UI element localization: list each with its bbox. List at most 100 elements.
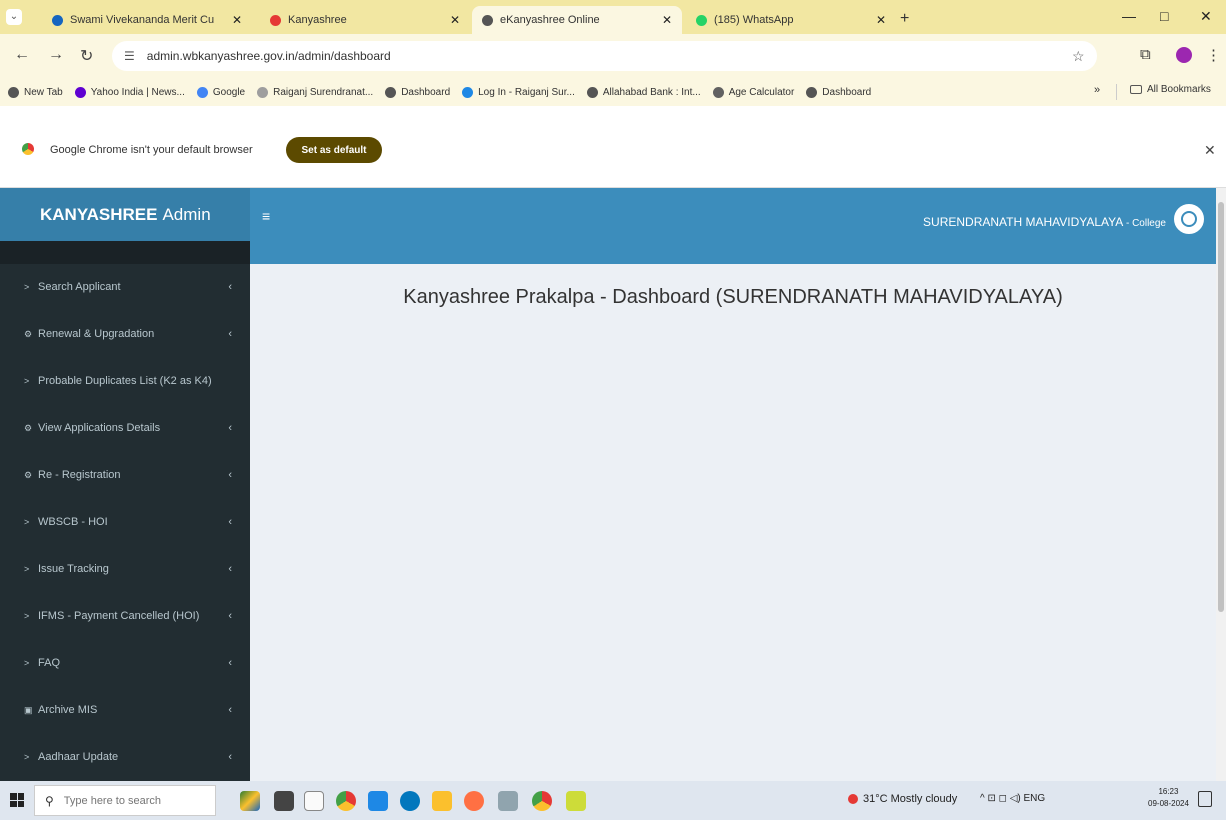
task-switch-icon[interactable] — [304, 791, 324, 811]
sidebar-item-renewal-upgradation[interactable]: ⚙ Renewal & Upgradation ‹ — [0, 311, 250, 357]
browser-toolbar: ← → ↻ ☰ ☆ ⧉ ⋮ — [0, 34, 1226, 78]
close-tab-icon[interactable]: ✕ — [876, 13, 886, 27]
search-icon: ⚲ — [45, 793, 54, 808]
bookmark-item[interactable]: Yahoo India | News... — [74, 86, 185, 98]
taskbar-search-input[interactable] — [61, 793, 182, 808]
sidebar-item-label: Search Applicant — [38, 281, 121, 293]
browser-tab[interactable]: Swami Vivekananda Merit Cu ✕ — [42, 6, 252, 34]
bookmark-star-icon[interactable]: ☆ — [1072, 48, 1085, 65]
bookmark-item[interactable]: Dashboard — [385, 86, 450, 98]
close-tab-icon[interactable]: ✕ — [232, 13, 242, 27]
app-icon[interactable] — [566, 791, 586, 811]
admin-top-navbar: ≡ SURENDRANATH MAHAVIDYALAYA - College — [250, 188, 1216, 264]
taskbar-clock[interactable]: 16:23 09-08-2024 — [1148, 786, 1189, 810]
tab-search-button[interactable]: ⌄ — [6, 9, 22, 25]
user-avatar-icon[interactable] — [1174, 204, 1204, 234]
all-bookmarks-label: All Bookmarks — [1147, 84, 1211, 95]
bookmarks-overflow-button[interactable]: » — [1094, 84, 1100, 96]
store-icon[interactable] — [368, 791, 388, 811]
bookmark-item[interactable]: Age Calculator — [712, 86, 794, 98]
college-user-menu[interactable]: SURENDRANATH MAHAVIDYALAYA - College — [923, 215, 1166, 229]
close-infobar-icon[interactable]: ✕ — [1204, 142, 1216, 159]
admin-brand-logo[interactable]: KANYASHREE Admin — [0, 188, 250, 241]
bookmark-label: Yahoo India | News... — [90, 86, 185, 98]
bookmark-label: Allahabad Bank : Int... — [602, 86, 701, 98]
bookmarks-bar: New Tab Yahoo India | News... Google Raigan… — [0, 78, 1226, 106]
forward-icon[interactable]: → — [48, 46, 64, 64]
calculator-icon[interactable] — [498, 791, 518, 811]
sidebar-item-label: Re - Registration — [38, 469, 121, 481]
sidebar-item-archive-mis[interactable]: ▣ Archive MIS ‹ — [0, 687, 250, 733]
windows-start-icon[interactable] — [10, 793, 24, 807]
bookmark-item[interactable]: Raiganj Surendranat... — [257, 86, 373, 98]
sidebar-item-aadhaar-update[interactable]: > Aadhaar Update ‹ — [0, 734, 250, 780]
task-view-icon[interactable] — [274, 791, 294, 811]
bookmark-item[interactable]: Allahabad Bank : Int... — [586, 86, 701, 98]
sidebar-user-panel — [0, 241, 250, 264]
sidebar-item-search-applicant[interactable]: > Search Applicant ‹ — [0, 264, 250, 310]
bookmark-item[interactable]: Log In - Raiganj Sur... — [462, 86, 575, 98]
taskbar-search-box[interactable]: ⚲ — [34, 785, 216, 816]
close-tab-icon[interactable]: ✕ — [450, 13, 460, 27]
edge-icon[interactable] — [400, 791, 420, 811]
all-bookmarks-button[interactable]: All Bookmarks — [1130, 84, 1211, 95]
browser-tab[interactable]: Kanyashree ✕ — [260, 6, 470, 34]
browser-tab[interactable]: eKanyashree Online ✕ — [472, 6, 682, 34]
sidebar-item-view-applications[interactable]: ⚙ View Applications Details ‹ — [0, 405, 250, 451]
weather-widget[interactable]: 31°C Mostly cloudy — [848, 793, 957, 805]
browser-tab[interactable]: (185) WhatsApp ✕ — [686, 6, 896, 34]
browser-tabstrip: ⌄ Swami Vivekananda Merit Cu ✕ Kanyashree ✕… — [0, 0, 1226, 34]
close-window-icon[interactable]: ✕ — [1200, 8, 1212, 25]
new-tab-button[interactable]: + — [900, 10, 909, 28]
set-as-default-button[interactable]: Set as default — [286, 137, 382, 163]
sidebar-item-label: WBSCB - HOI — [38, 516, 108, 528]
sidebar-toggle-icon[interactable]: ≡ — [262, 208, 270, 224]
sidebar-item-probable-duplicates[interactable]: > Probable Duplicates List (K2 as K4) — [0, 358, 250, 404]
sidebar-item-wbscb-hoi[interactable]: > WBSCB - HOI ‹ — [0, 499, 250, 545]
page-scrollbar[interactable] — [1216, 188, 1226, 781]
maximize-icon[interactable]: □ — [1160, 8, 1168, 24]
file-explorer-icon[interactable] — [432, 791, 452, 811]
tab-favicon-icon — [696, 14, 707, 26]
back-icon[interactable]: ← — [14, 46, 30, 64]
tab-label: Swami Vivekananda Merit Cu — [70, 14, 215, 26]
bookmark-favicon-icon — [385, 86, 397, 98]
system-tray[interactable]: ^ ⊡ ◻ ◁) ENG — [980, 793, 1045, 804]
reload-icon[interactable]: ↻ — [80, 46, 93, 66]
chevron-left-icon: ‹ — [228, 469, 232, 481]
main-content: Kanyashree Prakalpa - Dashboard (SURENDR… — [250, 264, 1216, 781]
chrome-second-icon[interactable] — [532, 791, 552, 811]
chrome-taskbar-icon[interactable] — [336, 791, 356, 811]
menu-bullet-icon: > — [24, 517, 30, 527]
sidebar-item-label: Aadhaar Update — [38, 751, 119, 763]
menu-bullet-icon: > — [24, 658, 30, 668]
sidebar-item-ifms-payment-cancelled[interactable]: > IFMS - Payment Cancelled (HOI) ‹ — [0, 593, 250, 639]
chevron-left-icon: ‹ — [228, 563, 232, 575]
bookmark-favicon-icon — [806, 86, 818, 98]
minimize-icon[interactable]: — — [1122, 8, 1136, 24]
address-bar[interactable]: ☰ — [112, 41, 1097, 71]
bookmark-item[interactable]: Dashboard — [806, 86, 871, 98]
url-input[interactable] — [144, 48, 745, 64]
menu-kebab-icon[interactable]: ⋮ — [1206, 46, 1221, 64]
sidebar-item-issue-tracking[interactable]: > Issue Tracking ‹ — [0, 546, 250, 592]
extensions-icon[interactable]: ⧉ — [1140, 46, 1151, 63]
site-info-icon[interactable]: ☰ — [124, 49, 135, 63]
sidebar-item-faq[interactable]: > FAQ ‹ — [0, 640, 250, 686]
bookmark-favicon-icon — [712, 86, 724, 98]
firefox-icon[interactable] — [464, 791, 484, 811]
news-widget-icon[interactable] — [240, 791, 260, 811]
bookmark-item[interactable]: New Tab — [8, 86, 63, 98]
infobar-message: Google Chrome isn't your default browser — [50, 144, 253, 156]
tab-label: (185) WhatsApp — [714, 14, 794, 26]
menu-bullet-icon: > — [24, 611, 30, 621]
chevron-left-icon: ‹ — [228, 281, 232, 293]
close-tab-icon[interactable]: ✕ — [662, 13, 672, 27]
profile-avatar[interactable] — [1176, 47, 1192, 63]
sidebar-item-label: IFMS - Payment Cancelled (HOI) — [38, 610, 200, 622]
bookmark-item[interactable]: Google — [196, 86, 245, 98]
notifications-icon[interactable] — [1198, 791, 1212, 807]
chrome-logo-icon — [22, 143, 34, 155]
default-browser-infobar: Google Chrome isn't your default browser… — [0, 106, 1226, 188]
sidebar-item-re-registration[interactable]: ⚙ Re - Registration ‹ — [0, 452, 250, 498]
